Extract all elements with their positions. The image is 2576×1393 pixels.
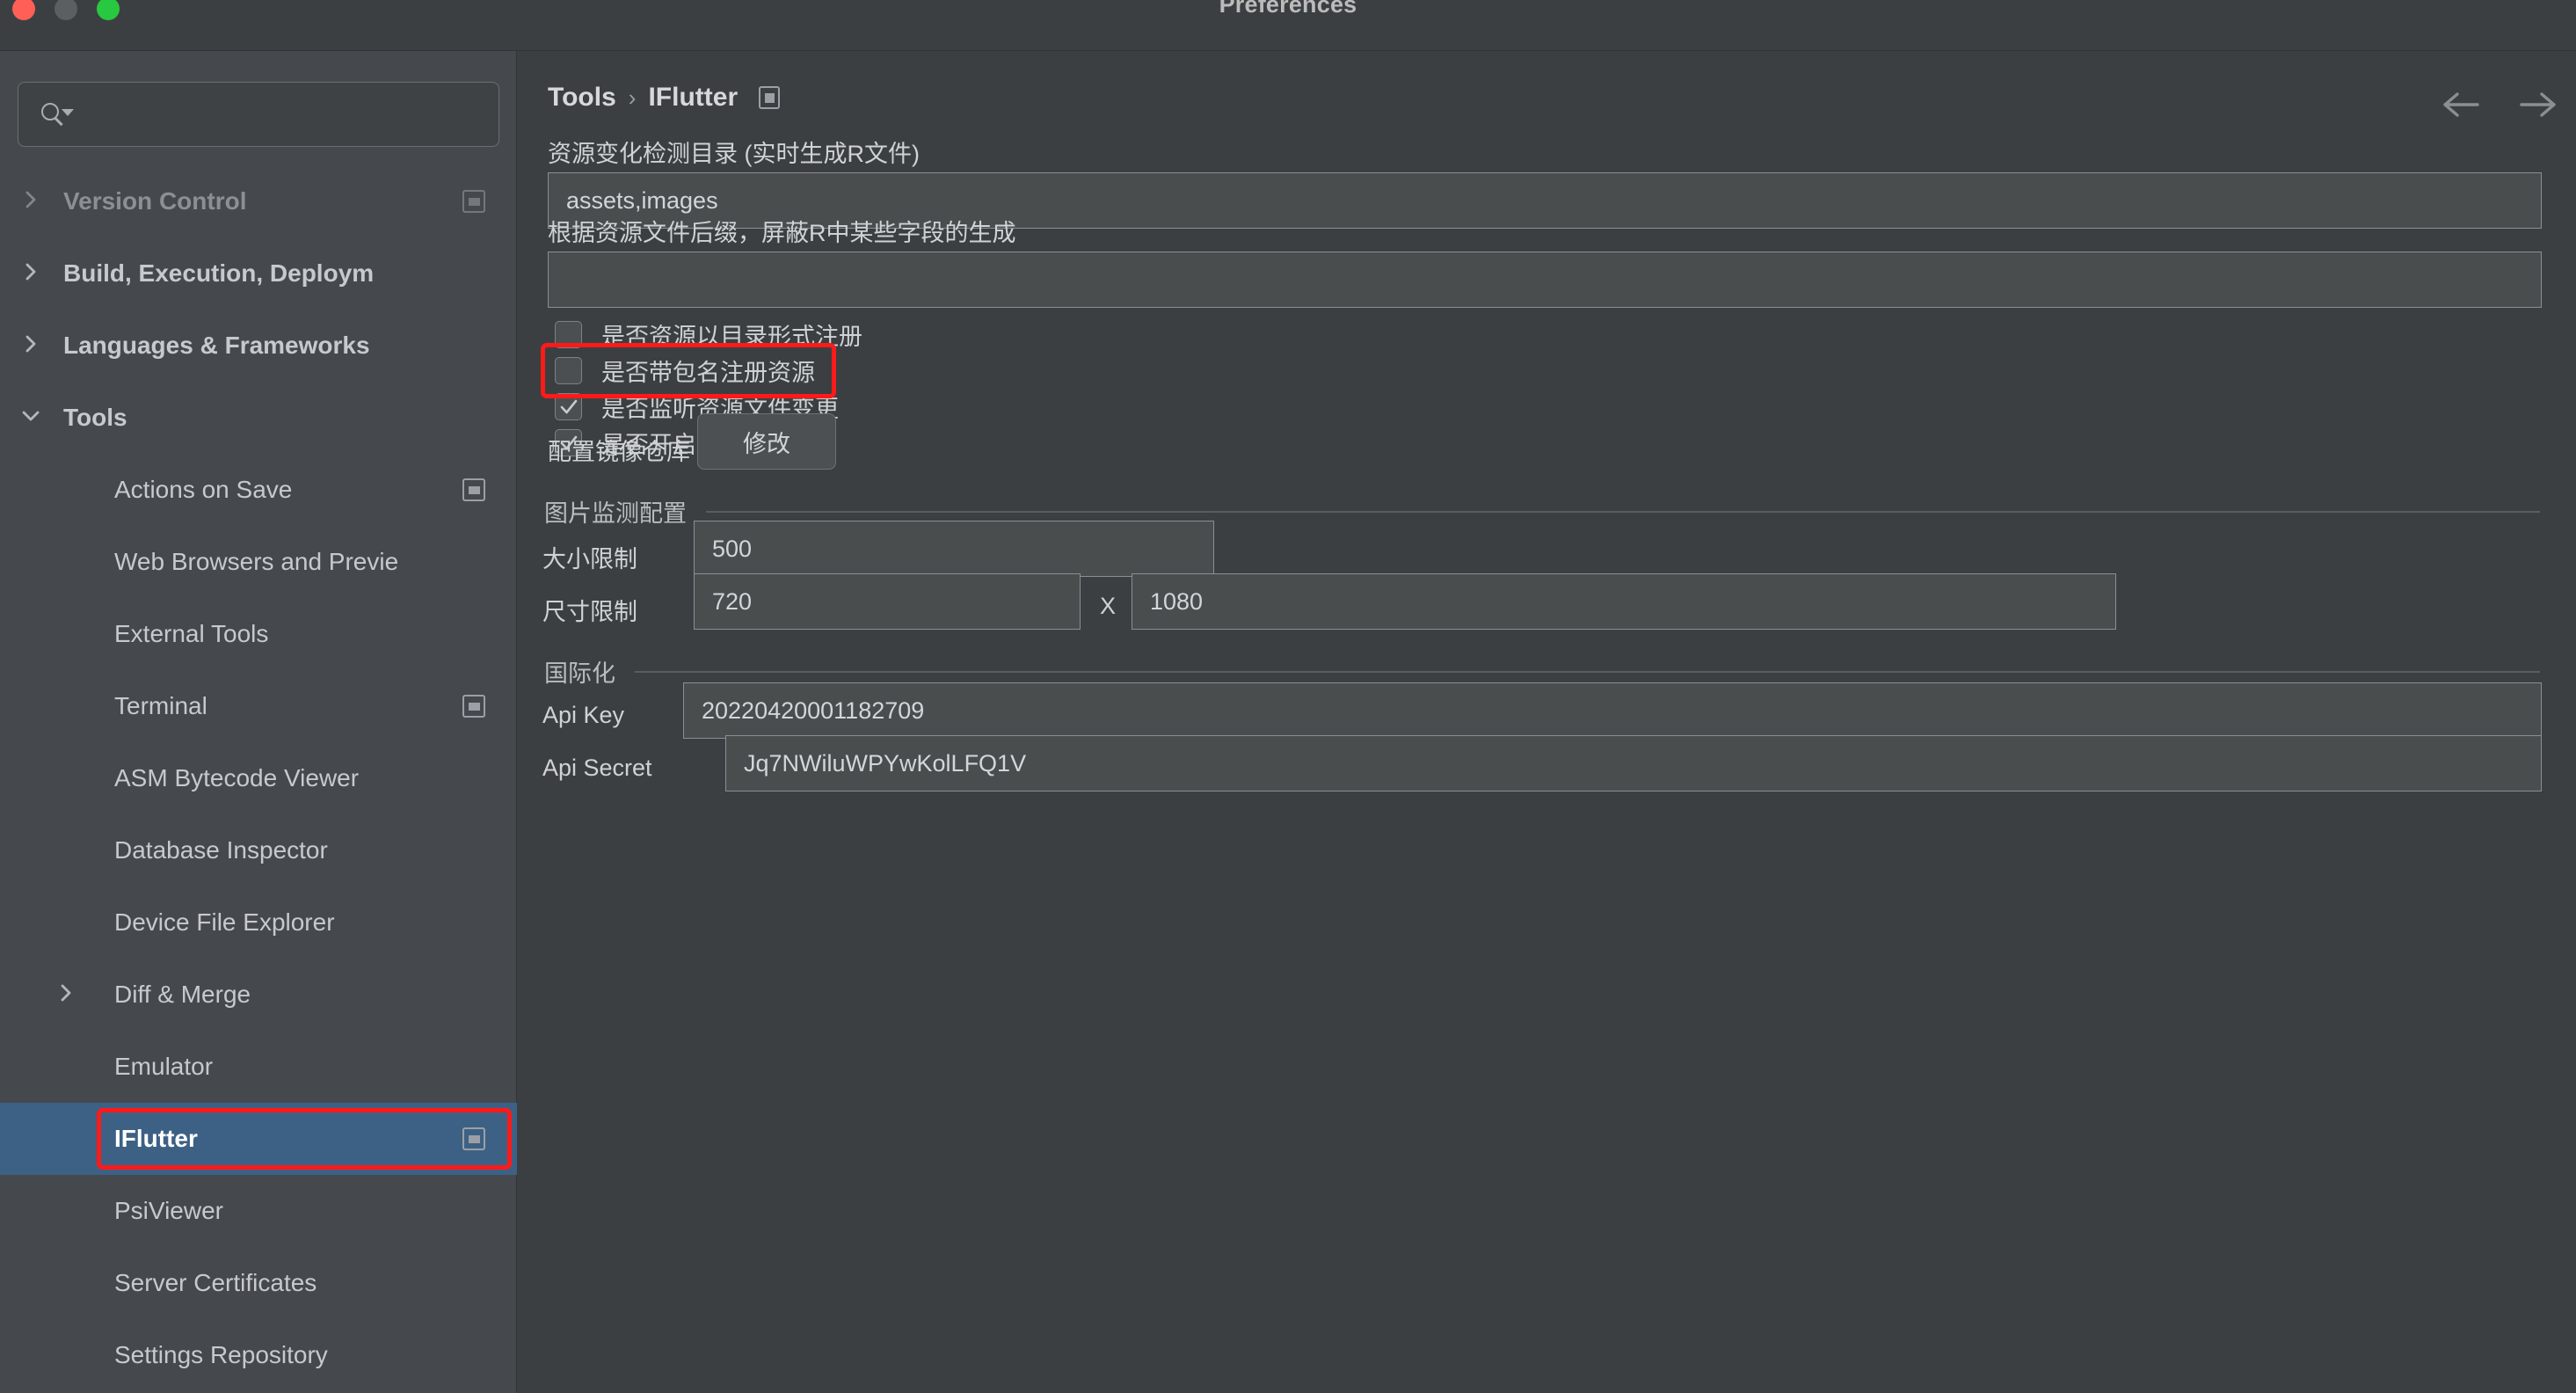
api-key-input[interactable] (683, 682, 2542, 739)
checkbox-label: 是否资源以目录形式注册 (601, 324, 862, 350)
search-icon (41, 101, 74, 128)
forward-arrow-icon[interactable] (2518, 90, 2557, 120)
dimension-height-input[interactable] (1132, 573, 2116, 630)
sidebar-item-terminal[interactable]: Terminal (0, 670, 517, 742)
sidebar-item-actions-on-save[interactable]: Actions on Save (0, 454, 517, 526)
chevron-right-icon[interactable] (19, 188, 46, 215)
settings-tree: Version Control Build, Execution, Deploym… (0, 165, 517, 1391)
sidebar-item-label: IFlutter (114, 1125, 198, 1152)
sidebar-item-label: Languages & Frameworks (63, 332, 370, 359)
checkbox-row[interactable]: 是否带包名注册资源 (555, 354, 815, 388)
breadcrumb-separator: › (628, 84, 637, 111)
sidebar-item-version-control[interactable]: Version Control (0, 165, 517, 237)
search-box[interactable] (18, 82, 499, 147)
api-secret-label: Api Secret (542, 755, 652, 781)
dimension-width-input[interactable] (694, 573, 1081, 630)
sidebar-item-label: Terminal (114, 692, 207, 719)
size-limit-label: 大小限制 (542, 546, 637, 573)
sidebar-item-diff-merge[interactable]: Diff & Merge (0, 959, 517, 1031)
project-settings-icon (462, 190, 485, 213)
sidebar-item-server-certificates[interactable]: Server Certificates (0, 1247, 517, 1319)
breadcrumb-leaf: IFlutter (648, 83, 739, 112)
sidebar-item-label: Settings Repository (114, 1341, 328, 1368)
checkbox-checked-icon[interactable] (555, 393, 582, 420)
back-arrow-icon[interactable] (2442, 90, 2481, 120)
section-divider (706, 510, 2540, 513)
api-key-label: Api Key (542, 702, 625, 728)
preferences-window: Preferences Version Control Build, Execut… (0, 0, 2576, 1393)
checkbox-unchecked-icon[interactable] (555, 321, 582, 348)
settings-sidebar: Version Control Build, Execution, Deploym… (0, 51, 517, 1393)
breadcrumb-root[interactable]: Tools (548, 83, 616, 113)
sidebar-item-label: Server Certificates (114, 1269, 317, 1296)
size-limit-input[interactable] (694, 521, 1214, 577)
image-config-section-title: 图片监测配置 (544, 500, 687, 527)
sidebar-item-label: Device File Explorer (114, 908, 335, 936)
sidebar-item-label: Build, Execution, Deploym (63, 259, 375, 287)
sidebar-item-label: Database Inspector (114, 836, 328, 864)
sidebar-item-external-tools[interactable]: External Tools (0, 598, 517, 670)
modify-mirror-button[interactable]: 修改 (697, 413, 836, 470)
settings-main-panel: Tools › IFlutter 资源变化检测目录 (实时生成R文件) 根据 (518, 51, 2576, 1393)
sidebar-item-device-file-explorer[interactable]: Device File Explorer (0, 886, 517, 959)
api-secret-input[interactable] (725, 735, 2542, 791)
checkbox-label: 是否带包名注册资源 (601, 360, 815, 386)
sidebar-item-label: Diff & Merge (114, 981, 251, 1008)
chevron-right-icon[interactable] (19, 260, 46, 287)
sidebar-item-asm-bytecode-viewer[interactable]: ASM Bytecode Viewer (0, 742, 517, 814)
res-dir-label: 资源变化检测目录 (实时生成R文件) (548, 141, 920, 167)
sidebar-item-label: ASM Bytecode Viewer (114, 764, 360, 791)
res-suffix-label: 根据资源文件后缀，屏蔽R中某些字段的生成 (548, 220, 1016, 246)
sidebar-item-build-execution-deploym[interactable]: Build, Execution, Deploym (0, 237, 517, 310)
dimension-limit-label: 尺寸限制 (542, 599, 637, 625)
project-settings-icon (462, 1127, 485, 1150)
search-input[interactable] (68, 101, 498, 128)
i18n-section-title: 国际化 (544, 660, 615, 687)
sidebar-item-database-inspector[interactable]: Database Inspector (0, 814, 517, 886)
chevron-right-icon[interactable] (55, 981, 81, 1008)
sidebar-item-label: Tools (63, 404, 127, 431)
sidebar-item-languages-frameworks[interactable]: Languages & Frameworks (0, 310, 517, 382)
res-suffix-input[interactable] (548, 252, 2542, 308)
sidebar-item-label: External Tools (114, 620, 269, 647)
navigation-arrows (2442, 90, 2557, 120)
checkbox-unchecked-icon[interactable] (555, 357, 582, 384)
sidebar-item-label: Actions on Save (114, 476, 293, 503)
search-field-wrapper (18, 82, 499, 147)
sidebar-item-iflutter[interactable]: IFlutter (0, 1103, 517, 1175)
project-settings-icon (462, 695, 485, 718)
chevron-down-icon[interactable] (19, 405, 46, 431)
sidebar-item-label: Emulator (114, 1053, 214, 1080)
project-settings-icon (759, 86, 781, 109)
sidebar-item-web-browsers-and-previe[interactable]: Web Browsers and Previe (0, 526, 517, 598)
mirror-repo-label: 配置镜像仓库 (548, 439, 690, 465)
window-title: Preferences (1219, 0, 1357, 18)
dimension-separator: X (1100, 593, 1117, 619)
project-settings-icon (462, 478, 485, 501)
sidebar-item-label: PsiViewer (114, 1197, 223, 1224)
window-titlebar: Preferences (0, 0, 2576, 51)
sidebar-item-tools[interactable]: Tools (0, 382, 517, 454)
breadcrumb: Tools › IFlutter (548, 83, 781, 113)
sidebar-item-psiviewer[interactable]: PsiViewer (0, 1175, 517, 1247)
sidebar-item-label: Version Control (63, 187, 247, 215)
section-divider (635, 670, 2540, 673)
sidebar-item-emulator[interactable]: Emulator (0, 1031, 517, 1103)
sidebar-item-settings-repository[interactable]: Settings Repository (0, 1319, 517, 1391)
sidebar-item-label: Web Browsers and Previe (114, 548, 399, 575)
checkbox-row[interactable]: 是否资源以目录形式注册 (555, 317, 862, 352)
chevron-right-icon[interactable] (19, 332, 46, 359)
